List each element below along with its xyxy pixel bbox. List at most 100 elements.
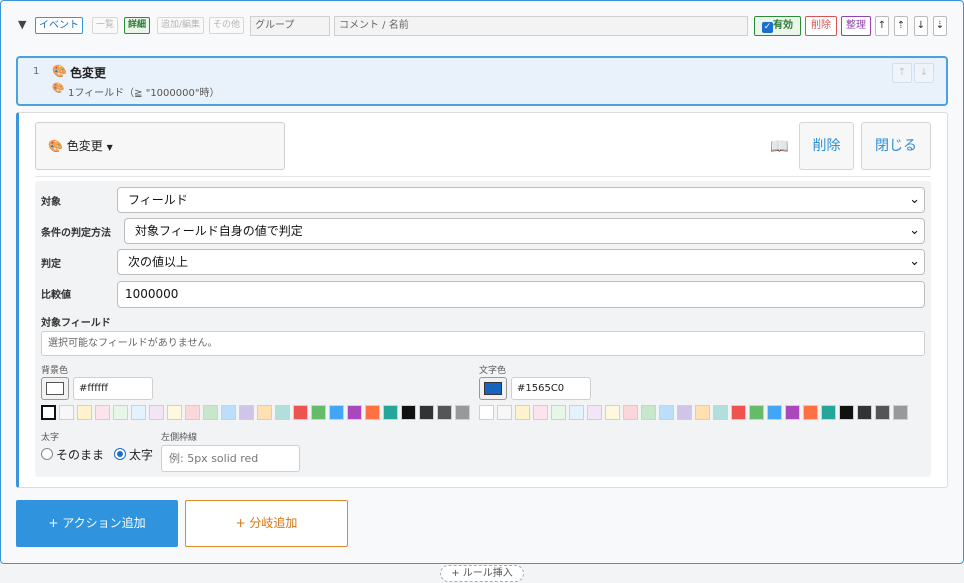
method-select-value: 対象フィールド自身の値で判定 [135,224,303,238]
target-field-label: 対象フィールド [41,318,111,329]
bg-color-swatch[interactable] [419,405,434,420]
text-color-swatch[interactable] [839,405,854,420]
text-color-swatch[interactable] [875,405,890,420]
bg-color-swatch[interactable] [41,405,56,420]
text-color-swatch[interactable] [713,405,728,420]
bg-color-picker[interactable] [41,377,69,400]
bg-color-swatch[interactable] [293,405,308,420]
delete-rule-button[interactable]: 削除 [805,16,837,36]
bold-on-radio[interactable] [114,448,126,460]
rule-summary: 1フィールド（≧ "1000000"時） [68,88,220,99]
bg-color-swatch[interactable] [221,405,236,420]
comment-input[interactable]: コメント / 名前 [334,16,748,36]
left-border-input[interactable]: 例: 5px solid red [161,445,300,472]
add-action-button[interactable]: + アクション追加 [16,500,178,547]
tag-detail[interactable]: 詳細 [124,17,151,34]
text-color-picker[interactable] [479,377,507,400]
enabled-checkbox[interactable]: ✓ [762,22,773,33]
text-color-swatch[interactable] [587,405,602,420]
bg-color-swatch[interactable] [131,405,146,420]
text-color-swatch[interactable] [893,405,908,420]
text-color-label: 文字色 [479,366,507,376]
move-top-icon[interactable]: ⇡ [894,16,908,36]
bg-color-swatch[interactable] [383,405,398,420]
text-color-swatch[interactable] [749,405,764,420]
text-color-swatch[interactable] [605,405,620,420]
bg-color-swatch[interactable] [347,405,362,420]
rule-move-down-icon[interactable]: ↓ [914,63,934,83]
bg-color-swatch[interactable] [329,405,344,420]
tag-add-edit[interactable]: 追加/編集 [157,17,205,34]
text-color-swatch[interactable] [641,405,656,420]
target-field-note: 選択可能なフィールドがありません。 [41,331,925,356]
bold-keep-radio[interactable] [41,448,53,460]
move-bottom-icon[interactable]: ⇣ [933,16,947,36]
bg-color-swatch[interactable] [59,405,74,420]
text-color-swatch[interactable] [803,405,818,420]
bg-color-swatch[interactable] [275,405,290,420]
text-color-swatch[interactable] [497,405,512,420]
tag-list[interactable]: 一覧 [92,17,119,34]
method-select[interactable]: 対象フィールド自身の値で判定 ⌄ [124,218,925,244]
text-color-preview [484,382,502,395]
bg-color-swatch[interactable] [437,405,452,420]
bg-color-swatch[interactable] [239,405,254,420]
bg-color-swatch[interactable] [365,405,380,420]
text-color-swatch[interactable] [623,405,638,420]
rule-move-up-icon[interactable]: ↑ [892,63,912,83]
text-color-swatch[interactable] [695,405,710,420]
judge-select[interactable]: 次の値以上 ⌄ [117,249,925,275]
bold-on-label[interactable]: 太字 [129,446,153,463]
text-color-swatch[interactable] [569,405,584,420]
bg-color-swatch[interactable] [167,405,182,420]
target-select[interactable]: フィールド ⌄ [117,187,925,213]
palette-icon: 🎨 [52,64,67,78]
enabled-toggle[interactable]: ✓ 有効 [754,16,801,36]
text-color-swatch[interactable] [821,405,836,420]
palette-icon: 🎨 [48,139,63,153]
bg-color-swatch[interactable] [77,405,92,420]
judge-select-value: 次の値以上 [128,255,189,269]
move-up-icon[interactable]: ↑ [875,16,889,36]
text-color-swatch[interactable] [785,405,800,420]
text-color-swatch[interactable] [731,405,746,420]
tag-other[interactable]: その他 [209,17,245,34]
bg-color-swatch[interactable] [455,405,470,420]
delete-action-button[interactable]: 削除 [799,122,854,170]
compare-input[interactable]: 1000000 [117,281,925,308]
insert-rule-button[interactable]: + ルール挿入 [440,565,524,582]
text-color-swatch[interactable] [515,405,530,420]
palette-icon: 🎨 [52,83,65,94]
enabled-label: 有効 [773,20,793,31]
text-color-swatch[interactable] [479,405,494,420]
text-color-swatch[interactable] [659,405,674,420]
close-action-button[interactable]: 閉じる [861,122,931,170]
book-icon[interactable]: 📖 [770,137,789,155]
add-branch-button[interactable]: + 分岐追加 [185,500,348,547]
group-input[interactable]: グループ [250,16,330,36]
bg-color-input[interactable]: #ffffff [73,377,153,400]
text-color-input[interactable]: #1565C0 [511,377,591,400]
collapse-toggle-icon[interactable]: ▼ [18,18,26,31]
bg-color-swatch[interactable] [185,405,200,420]
bg-color-swatch[interactable] [203,405,218,420]
text-color-swatch[interactable] [857,405,872,420]
action-type-button[interactable]: 🎨 色変更 ▼ [35,122,285,170]
chevron-down-icon: ⌄ [909,254,920,269]
bg-color-swatch[interactable] [95,405,110,420]
text-color-swatch[interactable] [533,405,548,420]
move-down-icon[interactable]: ↓ [914,16,928,36]
organize-button[interactable]: 整理 [841,16,871,36]
bg-color-swatch[interactable] [257,405,272,420]
text-color-swatch[interactable] [767,405,782,420]
tag-event[interactable]: イベント [35,17,83,34]
bg-color-swatch[interactable] [311,405,326,420]
bg-color-swatch[interactable] [401,405,416,420]
text-color-swatch[interactable] [677,405,692,420]
bold-label: 太字 [41,433,60,443]
bg-color-swatch[interactable] [149,405,164,420]
bg-color-swatch[interactable] [113,405,128,420]
bold-keep-label[interactable]: そのまま [56,446,104,463]
left-border-label: 左側枠線 [161,433,198,443]
text-color-swatch[interactable] [551,405,566,420]
